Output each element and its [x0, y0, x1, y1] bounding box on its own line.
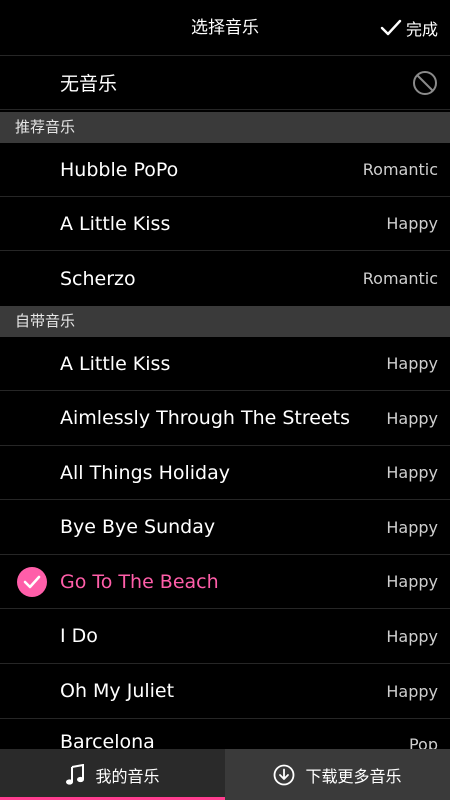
song-title: Bye Bye Sunday: [60, 516, 216, 538]
recommended-item[interactable]: A Little Kiss Happy: [0, 197, 450, 251]
song-mood: Happy: [386, 626, 438, 646]
song-mood: Happy: [386, 354, 438, 373]
builtin-item[interactable]: All Things Holiday Happy: [0, 446, 450, 500]
tab-download-more-label: 下载更多音乐: [305, 766, 402, 786]
recommended-item[interactable]: Scherzo Romantic: [0, 251, 450, 306]
builtin-item-selected[interactable]: Go To The Beach Happy: [0, 555, 450, 609]
music-note-icon: [66, 763, 85, 785]
song-mood: Happy: [386, 463, 438, 482]
checkmark-circle-icon: [17, 566, 47, 597]
song-mood: Romantic: [362, 160, 438, 179]
section-header-recommended: 推荐音乐: [0, 112, 450, 143]
section-header-builtin: 自带音乐: [0, 306, 450, 337]
bottom-tab-bar: 我的音乐 下载更多音乐: [0, 749, 450, 800]
builtin-item[interactable]: Aimlessly Through The Streets Happy: [0, 391, 450, 446]
tab-my-music[interactable]: 我的音乐: [0, 749, 225, 800]
song-title: Scherzo: [60, 267, 136, 290]
prohibited-icon: [413, 70, 437, 95]
done-label: 完成: [405, 20, 438, 39]
song-mood: Romantic: [362, 269, 438, 288]
song-title: Go To The Beach: [60, 570, 219, 593]
builtin-item[interactable]: Bye Bye Sunday Happy: [0, 500, 450, 555]
song-mood: Happy: [386, 681, 438, 701]
song-title: All Things Holiday: [60, 461, 230, 484]
tab-my-music-label: 我的音乐: [95, 766, 160, 786]
recommended-item[interactable]: Hubble PoPo Romantic: [0, 143, 450, 197]
done-button[interactable]: 完成: [380, 0, 438, 56]
check-icon: [380, 19, 402, 36]
song-mood: Happy: [386, 214, 438, 233]
builtin-item[interactable]: Oh My Juliet Happy: [0, 664, 450, 719]
song-title: Oh My Juliet: [60, 680, 175, 702]
download-circle-icon: [274, 764, 295, 785]
tab-download-more[interactable]: 下载更多音乐: [225, 749, 450, 800]
song-title: Hubble PoPo: [60, 158, 179, 181]
header-bar: 选择音乐 完成: [0, 0, 450, 56]
no-music-label: 无音乐: [60, 73, 118, 95]
song-mood: Happy: [386, 408, 438, 428]
song-mood: Happy: [386, 572, 438, 591]
song-title: I Do: [60, 625, 98, 647]
song-mood: Happy: [386, 517, 438, 537]
song-title: A Little Kiss: [60, 212, 171, 235]
no-music-row[interactable]: 无音乐: [0, 56, 450, 110]
song-title: A Little Kiss: [60, 352, 171, 375]
builtin-item[interactable]: I Do Happy: [0, 609, 450, 664]
builtin-item[interactable]: A Little Kiss Happy: [0, 337, 450, 391]
song-title: Aimlessly Through The Streets: [60, 407, 350, 429]
